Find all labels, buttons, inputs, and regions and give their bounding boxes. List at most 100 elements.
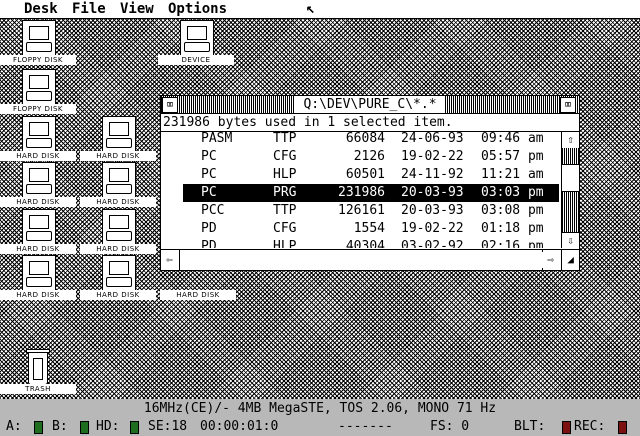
icon-label: HARD DISK — [0, 197, 76, 207]
icon-label: HARD DISK — [80, 244, 156, 254]
scroll-down-icon[interactable]: ⇩ — [562, 232, 579, 249]
file-ext: TTP — [273, 132, 297, 146]
scroll-left-icon[interactable]: ⇦ — [161, 252, 178, 268]
icon-label: HARD DISK — [80, 151, 156, 161]
menu-options[interactable]: Options — [168, 0, 227, 18]
file-ext: HLP — [273, 239, 297, 248]
fs-readout: FS: 0 — [430, 419, 470, 434]
file-ext: PRG — [273, 185, 297, 200]
hard-drive-icon — [22, 162, 56, 198]
drive-hd-led — [130, 421, 139, 434]
file-list: PASM TTP 66084 24-06-93 09:46 am PC CFG 2126 19-… — [161, 132, 561, 248]
file-size: 2126 — [353, 149, 385, 164]
hard-disk-icon[interactable]: HARD DISK — [0, 209, 76, 259]
file-size: 1554 — [353, 221, 385, 236]
scroll-track[interactable] — [562, 148, 579, 232]
hard-drive-icon — [102, 116, 136, 152]
file-name: PC — [201, 185, 217, 200]
window-title-bar[interactable]: ⌧ Q:\DEV\PURE_C\*.* ⌧ — [161, 96, 579, 114]
icon-label: HARD DISK — [160, 290, 236, 300]
file-window[interactable]: ⌧ Q:\DEV\PURE_C\*.* ⌧ 231986 bytes used … — [160, 95, 580, 271]
menu-file[interactable]: File — [72, 0, 106, 18]
file-size: 60501 — [345, 167, 385, 182]
file-row[interactable]: PD HLP 40304 03-02-92 02:16 pm — [161, 238, 561, 248]
icon-label: HARD DISK — [80, 197, 156, 207]
hard-drive-icon — [102, 209, 136, 245]
hard-drive-icon — [22, 116, 56, 152]
trash-can-icon — [26, 349, 50, 385]
file-name: PC — [201, 167, 217, 182]
close-icon[interactable]: ⌧ — [162, 97, 178, 113]
file-size: 40304 — [345, 239, 385, 248]
file-time: 05:57 pm — [481, 149, 544, 164]
file-name: PD — [201, 239, 217, 248]
floppy-disk-icon[interactable]: FLOPPY DISK — [0, 69, 76, 119]
drive-a-label: A: — [6, 419, 22, 434]
file-name: PCC — [201, 203, 225, 218]
icon-label: HARD DISK — [0, 244, 76, 254]
icon-label: FLOPPY DISK — [0, 55, 76, 65]
horizontal-scrollbar[interactable]: ⇦ ⇨ ◢ — [161, 249, 579, 270]
emulator-status-bar: 16MHz(CE)/- 4MB MegaSTE, TOS 2.06, MONO … — [0, 399, 640, 436]
status-line: A: B: HD: SE:18 00:00:01:0 ------- FS: 0… — [0, 418, 640, 435]
scroll-up-icon[interactable]: ⇧ — [562, 132, 579, 149]
icon-label: HARD DISK — [0, 151, 76, 161]
icon-label: TRASH — [0, 384, 76, 394]
trash-icon[interactable]: TRASH — [0, 349, 76, 399]
hard-disk-icon[interactable]: HARD DISK — [0, 162, 76, 212]
resize-icon[interactable]: ◢ — [561, 250, 579, 270]
file-row[interactable]: PC CFG 2126 19-02-22 05:57 pm — [161, 148, 561, 166]
hard-drive-icon — [22, 255, 56, 291]
floppy-disk-icon[interactable]: FLOPPY DISK — [0, 20, 76, 70]
device-icon[interactable]: DEVICE — [158, 20, 234, 70]
icon-label: DEVICE — [158, 55, 234, 65]
menu-view[interactable]: View — [120, 0, 154, 18]
icon-label: FLOPPY DISK — [0, 104, 76, 114]
file-row[interactable]: PD CFG 1554 19-02-22 01:18 pm — [161, 220, 561, 238]
vertical-scrollbar[interactable]: ⇧ ⇩ — [561, 132, 579, 249]
blt-label: BLT: — [514, 419, 546, 434]
floppy-drive-icon — [22, 69, 56, 105]
file-size: 66084 — [345, 132, 385, 146]
drive-a-led — [34, 421, 43, 434]
scroll-thumb[interactable] — [562, 164, 579, 192]
file-row[interactable]: PCC TTP 126161 20-03-93 03:08 pm — [161, 202, 561, 220]
file-row[interactable]: PASM TTP 66084 24-06-93 09:46 am — [161, 132, 561, 148]
fuller-icon[interactable]: ⌧ — [560, 97, 576, 113]
hard-disk-icon[interactable]: HARD DISK — [0, 116, 76, 166]
file-time: 01:18 pm — [481, 221, 544, 236]
file-time: 03:03 pm — [481, 185, 544, 200]
file-size: 231986 — [338, 185, 385, 200]
menu-bar: Desk File View Options ↖ — [0, 0, 640, 19]
hard-disk-icon[interactable]: HARD DISK — [80, 209, 156, 259]
hard-disk-icon[interactable]: HARD DISK — [80, 116, 156, 166]
window-info-line: 231986 bytes used in 1 selected item. — [161, 114, 579, 132]
device-drive-icon — [180, 20, 214, 56]
file-time: 09:46 am — [481, 132, 544, 146]
file-row[interactable]: PC PRG 231986 20-03-93 03:03 pm — [183, 184, 559, 202]
file-name: PASM — [201, 132, 233, 146]
file-name: PD — [201, 221, 217, 236]
file-date: 03-02-92 — [401, 239, 464, 248]
menu-desk[interactable]: Desk — [24, 0, 58, 18]
horizontal-scroll-track[interactable] — [179, 250, 543, 270]
file-time: 11:21 am — [481, 167, 544, 182]
desktop: FLOPPY DISK DEVICE FLOPPY DISK HARD DISK… — [0, 19, 640, 399]
floppy-drive-icon — [22, 20, 56, 56]
file-time: 02:16 pm — [481, 239, 544, 248]
file-row[interactable]: PC HLP 60501 24-11-92 11:21 am — [161, 166, 561, 184]
file-ext: CFG — [273, 221, 297, 236]
file-date: 24-11-92 — [401, 167, 464, 182]
hard-drive-icon — [22, 209, 56, 245]
hard-disk-icon[interactable]: HARD DISK — [80, 162, 156, 212]
scroll-right-icon[interactable]: ⇨ — [542, 252, 559, 268]
hard-disk-icon[interactable]: HARD DISK — [0, 255, 76, 305]
file-time: 03:08 pm — [481, 203, 544, 218]
hard-disk-icon[interactable]: HARD DISK — [80, 255, 156, 305]
icon-label: HARD DISK — [0, 290, 76, 300]
file-date: 19-02-22 — [401, 149, 464, 164]
hard-drive-icon — [102, 255, 136, 291]
file-size: 126161 — [338, 203, 385, 218]
file-date: 20-03-93 — [401, 203, 464, 218]
drive-b-label: B: — [52, 419, 68, 434]
